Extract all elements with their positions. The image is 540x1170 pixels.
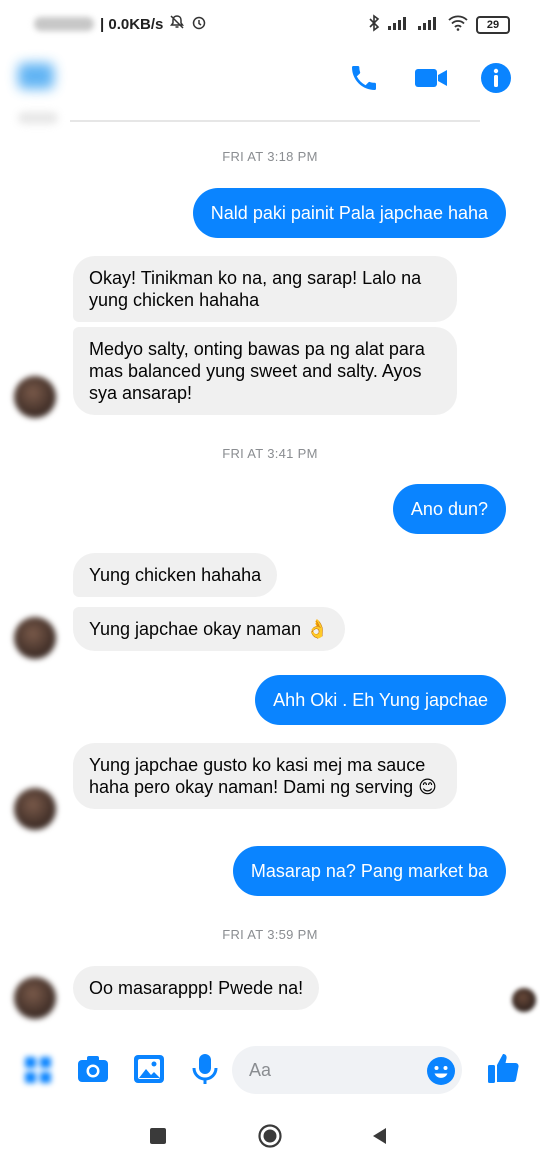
chat-header	[0, 50, 540, 120]
message-input-placeholder: Aa	[249, 1060, 272, 1080]
seen-indicator-avatar	[512, 988, 536, 1012]
status-right: 29	[368, 14, 510, 36]
camera-icon[interactable]	[76, 1052, 110, 1086]
header-shadow	[18, 112, 58, 124]
timestamp: FRI AT 3:18 PM	[222, 149, 318, 164]
incoming-message[interactable]: Yung japchae okay naman 👌	[73, 607, 345, 651]
wifi-icon	[448, 15, 468, 35]
timestamp: FRI AT 3:41 PM	[222, 446, 318, 461]
outgoing-message[interactable]: Ano dun?	[392, 484, 506, 534]
incoming-message[interactable]: Yung chicken hahaha	[73, 553, 278, 597]
outgoing-message[interactable]: Nald paki painit Pala japchae haha	[192, 188, 506, 238]
like-icon[interactable]	[486, 1050, 520, 1084]
signal-icon-2	[418, 16, 440, 34]
phone-icon[interactable]	[348, 62, 380, 94]
emoji-icon[interactable]	[426, 1056, 456, 1086]
alarm-icon	[191, 14, 207, 34]
outgoing-message[interactable]: Ahh Oki . Eh Yung japchae	[255, 675, 506, 725]
incoming-message[interactable]: Yung japchae gusto ko kasi mej ma sauce …	[73, 743, 457, 809]
signal-icon-1	[388, 16, 410, 34]
info-icon[interactable]	[480, 62, 512, 94]
avatar[interactable]	[14, 788, 56, 830]
status-time	[34, 17, 94, 31]
bluetooth-icon	[368, 14, 380, 36]
back-arrow-icon[interactable]	[18, 63, 54, 89]
incoming-message[interactable]: Okay! Tinikman ko na, ang sarap! Lalo na…	[73, 256, 457, 322]
incoming-message[interactable]: Oo masarappp! Pwede na!	[73, 966, 320, 1010]
incoming-message[interactable]: Medyo salty, onting bawas pa ng alat par…	[73, 327, 457, 415]
avatar[interactable]	[14, 617, 56, 659]
timestamp: FRI AT 3:59 PM	[222, 927, 318, 942]
status-bar: | 0.0KB/s 29	[0, 0, 540, 50]
battery-indicator: 29	[476, 16, 510, 34]
menu-icon[interactable]	[24, 1056, 52, 1084]
mute-bell-icon	[169, 14, 185, 34]
back-button[interactable]	[370, 1126, 388, 1146]
home-button[interactable]	[258, 1124, 282, 1148]
outgoing-message[interactable]: Masarap na? Pang market ba	[232, 846, 506, 896]
recent-apps-button[interactable]	[150, 1128, 166, 1144]
video-call-icon[interactable]	[413, 62, 447, 94]
image-icon[interactable]	[132, 1052, 166, 1086]
mic-icon[interactable]	[188, 1052, 222, 1086]
header-divider	[70, 120, 480, 122]
status-left: | 0.0KB/s	[34, 14, 207, 34]
avatar[interactable]	[14, 376, 56, 418]
network-speed: | 0.0KB/s	[100, 15, 164, 33]
avatar[interactable]	[14, 977, 56, 1019]
